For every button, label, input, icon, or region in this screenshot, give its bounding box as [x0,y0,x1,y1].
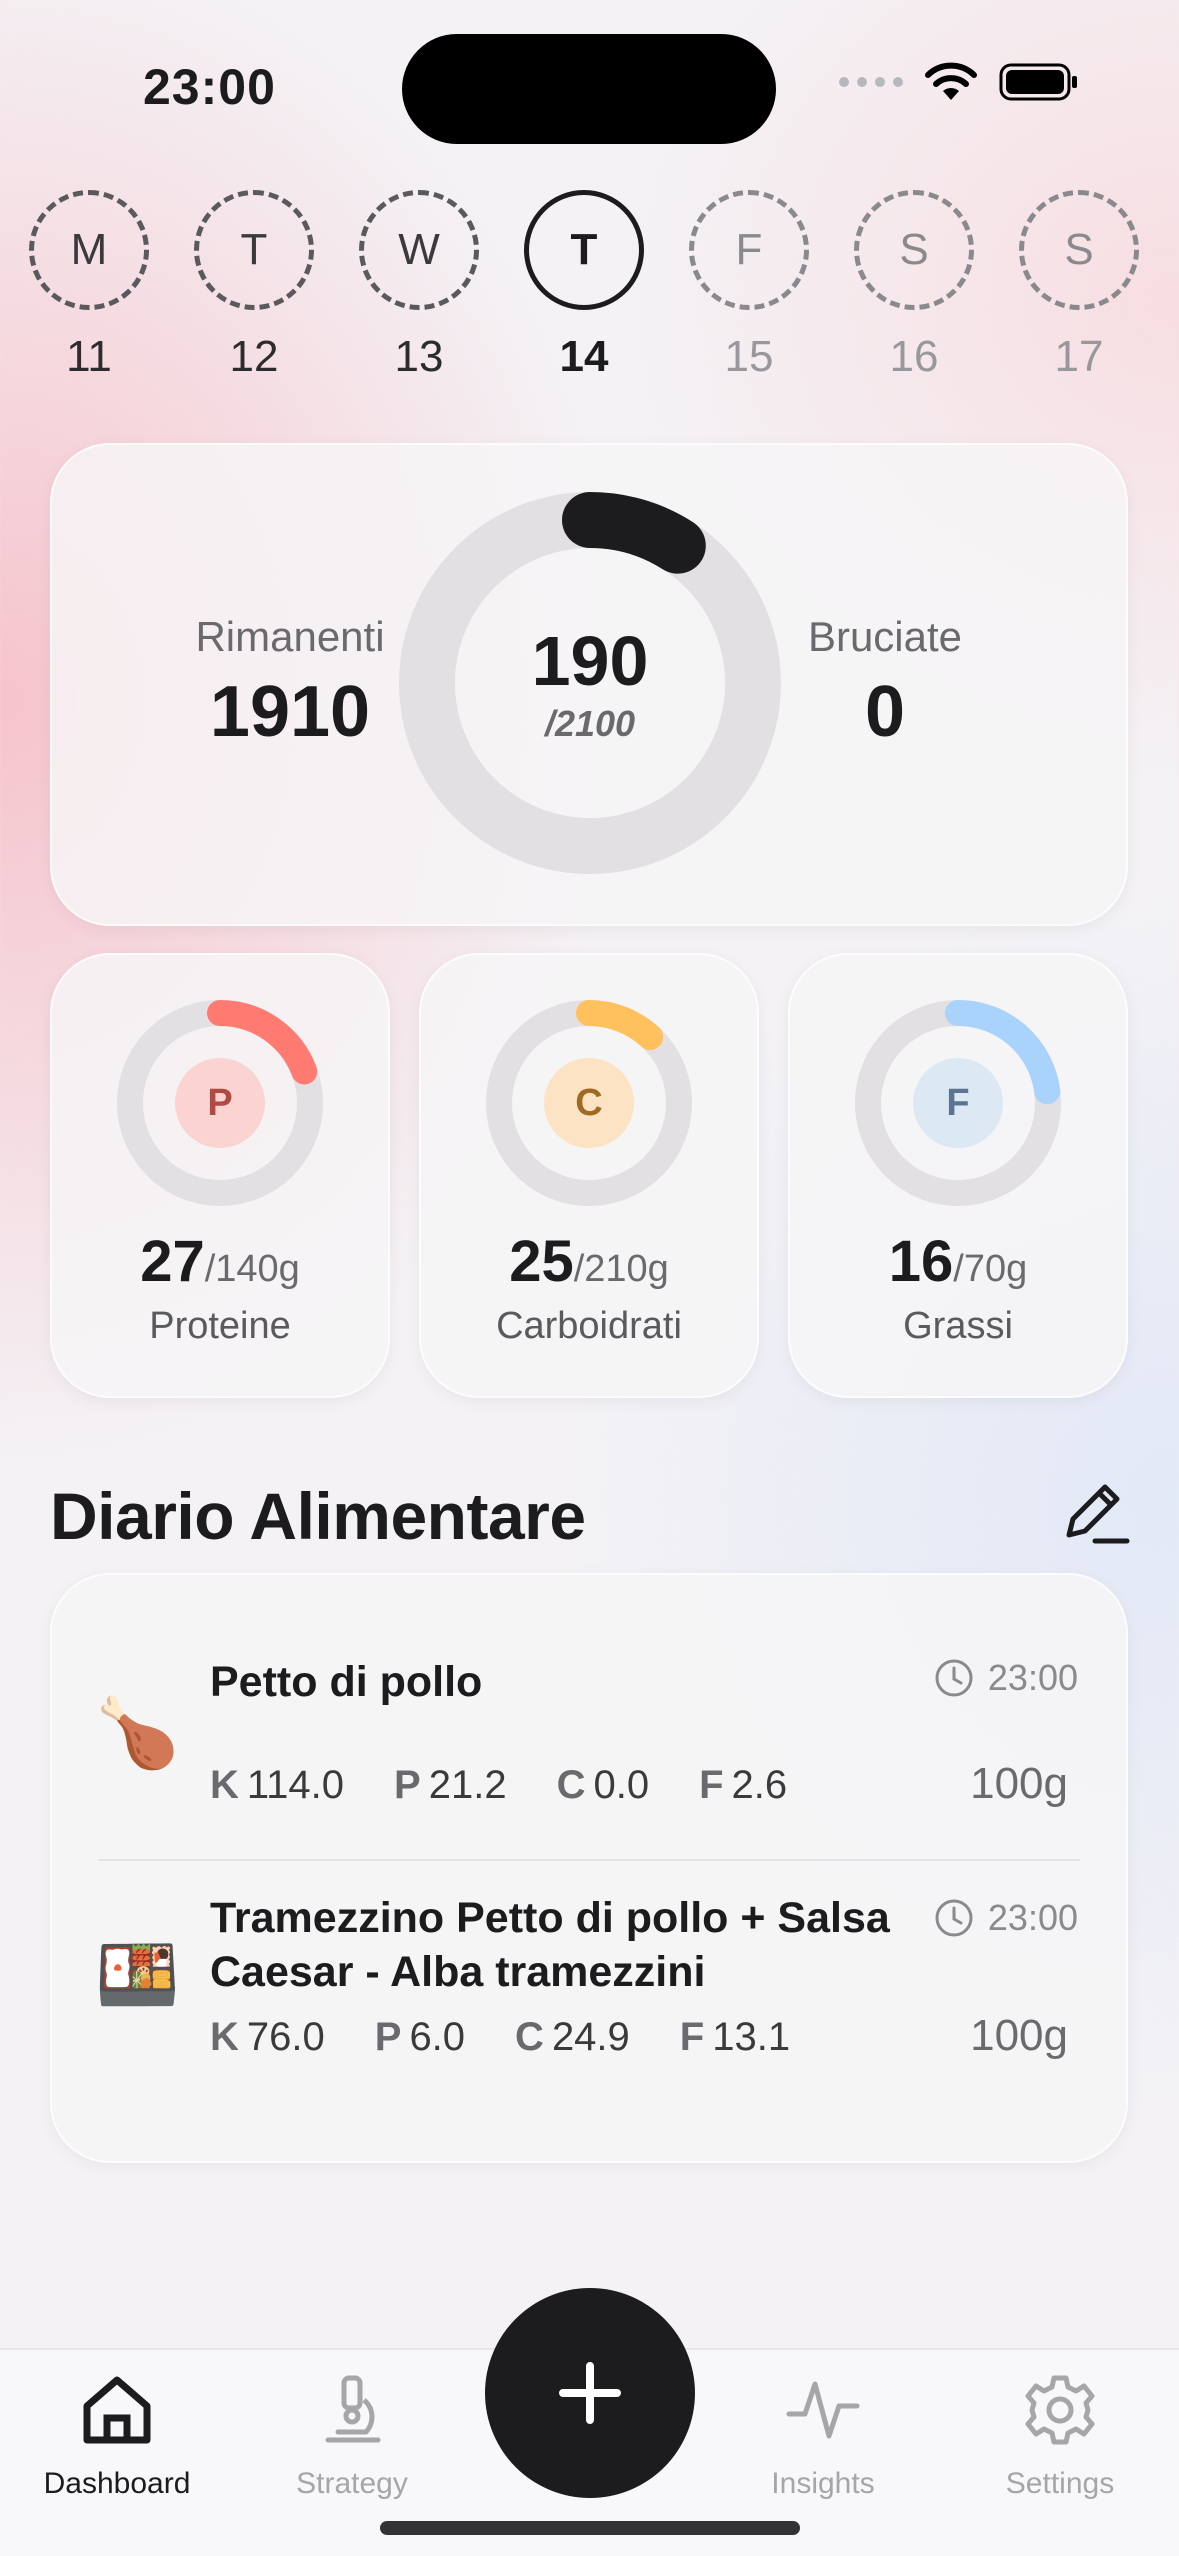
carbs-card[interactable]: C 25/210g Carboidrati [419,953,759,1398]
day-number: 14 [559,332,609,381]
day-letter: S [1019,190,1139,310]
add-entry-button[interactable] [485,2288,695,2498]
day-0[interactable]: M 11 [27,190,151,382]
day-letter: T [194,190,314,310]
wifi-icon [925,62,977,100]
tab-settings-label: Settings [1005,2467,1115,2500]
protein-label: Proteine [149,1305,291,1347]
day-number: 11 [66,332,112,381]
protein-badge: P [175,1058,265,1148]
carbs-label: Carboidrati [496,1305,682,1347]
entry-carbs: C 0.0 [556,1763,650,1807]
entry-kcal: K 76.0 [210,2015,325,2059]
entry-protein: P 21.2 [394,1763,507,1807]
day-1[interactable]: T 12 [192,190,316,382]
fat-value: 16 [888,1229,954,1294]
gear-icon [1025,2375,1095,2445]
protein-amount: 27/140g [50,1228,390,1295]
tab-dashboard[interactable]: Dashboard [17,2370,217,2501]
carbs-target: /210g [573,1248,669,1290]
entry-time: 23:00 [934,1657,1078,1699]
day-6[interactable]: S 17 [1017,190,1141,382]
day-letter: T [524,190,644,310]
food-emoji: 🍱 [95,1937,180,2013]
burned-value: 0 [864,672,906,752]
day-4[interactable]: F 15 [687,190,811,382]
entry-macros: K 76.0 P 6.0 C 24.9 F 13.1 [210,2015,790,2060]
entry-carbs: C 24.9 [515,2015,630,2059]
clock-icon [935,1659,973,1697]
dynamic-island [402,34,776,144]
day-number: 16 [889,332,939,381]
status-time: 23:00 [143,59,276,115]
home-icon [83,2376,151,2444]
tab-insights-label: Insights [771,2467,875,2500]
fat-target: /70g [953,1248,1028,1290]
fat-badge: F [913,1058,1003,1148]
status-icons [839,62,1079,102]
food-name: Petto di pollo [210,1658,483,1706]
day-3-selected[interactable]: T 14 [522,190,646,382]
protein-target: /140g [204,1248,300,1290]
diary-card: 🍗 Petto di pollo 23:00 K 114.0 P 21.2 C 0.0… [50,1573,1128,2163]
home-indicator [380,2521,800,2535]
carbs-amount: 25/210g [419,1228,759,1295]
microscope-icon [325,2375,381,2443]
day-letter: M [29,190,149,310]
protein-card[interactable]: P 27/140g Proteine [50,953,390,1398]
day-5[interactable]: S 16 [852,190,976,382]
week-strip: M 11 T 12 W 13 T 14 F 15 S 16 S 17 [0,190,1179,390]
tab-settings[interactable]: Settings [960,2370,1160,2501]
edit-pencil-icon[interactable] [1055,1475,1131,1551]
battery-icon [999,63,1077,101]
entry-quantity: 100g [970,1759,1068,1808]
burned-block: Bruciate 0 [735,613,1035,753]
entry-kcal: K 114.0 [210,1763,345,1807]
fat-label: Grassi [903,1305,1013,1347]
calorie-goal: /2100 [544,703,636,744]
diary-entry[interactable]: 🍗 Petto di pollo 23:00 K 114.0 P 21.2 C 0.0… [50,1573,1128,1859]
entry-protein: P 6.0 [374,2015,466,2059]
carbs-badge: C [544,1058,634,1148]
entry-fat: F 13.1 [679,2015,791,2059]
calorie-center: 190 /2100 [395,621,785,745]
activity-pulse-icon [786,2381,860,2439]
entry-fat: F 2.6 [699,1763,788,1807]
day-number: 17 [1054,332,1104,381]
day-number: 13 [394,332,444,381]
burned-label: Bruciate [807,613,963,660]
clock-icon [935,1899,973,1937]
entry-quantity: 100g [970,2011,1068,2060]
day-2[interactable]: W 13 [357,190,481,382]
day-letter: W [359,190,479,310]
protein-value: 27 [140,1229,205,1294]
tab-dashboard-label: Dashboard [43,2467,191,2500]
entry-time: 23:00 [934,1897,1078,1939]
cellular-signal-icon [839,77,903,87]
consumed-calories: 190 [531,622,649,700]
fat-card[interactable]: F 16/70g Grassi [788,953,1128,1398]
tab-strategy-label: Strategy [296,2467,408,2500]
fat-amount: 16/70g [788,1228,1128,1295]
tab-strategy[interactable]: Strategy [252,2370,452,2501]
day-letter: F [689,190,809,310]
carbs-value: 25 [509,1229,574,1294]
tab-insights[interactable]: Insights [723,2370,923,2501]
day-number: 12 [229,332,279,381]
day-number: 15 [724,332,774,381]
food-name: Tramezzino Petto di pollo + Salsa Caesar… [210,1894,890,1996]
plus-icon [559,2362,621,2424]
calorie-summary-card[interactable]: Rimanenti 1910 190 /2100 Bruciate 0 [50,443,1128,926]
entry-time-text: 23:00 [987,1657,1078,1698]
day-letter: S [854,190,974,310]
food-emoji: 🍗 [95,1695,180,1771]
entry-macros: K 114.0 P 21.2 C 0.0 F 2.6 [210,1763,787,1808]
entry-time-text: 23:00 [987,1897,1078,1938]
diary-entry[interactable]: 🍱 Tramezzino Petto di pollo + Salsa Caes… [50,1861,1128,2161]
diary-title: Diario Alimentare [50,1479,586,1553]
